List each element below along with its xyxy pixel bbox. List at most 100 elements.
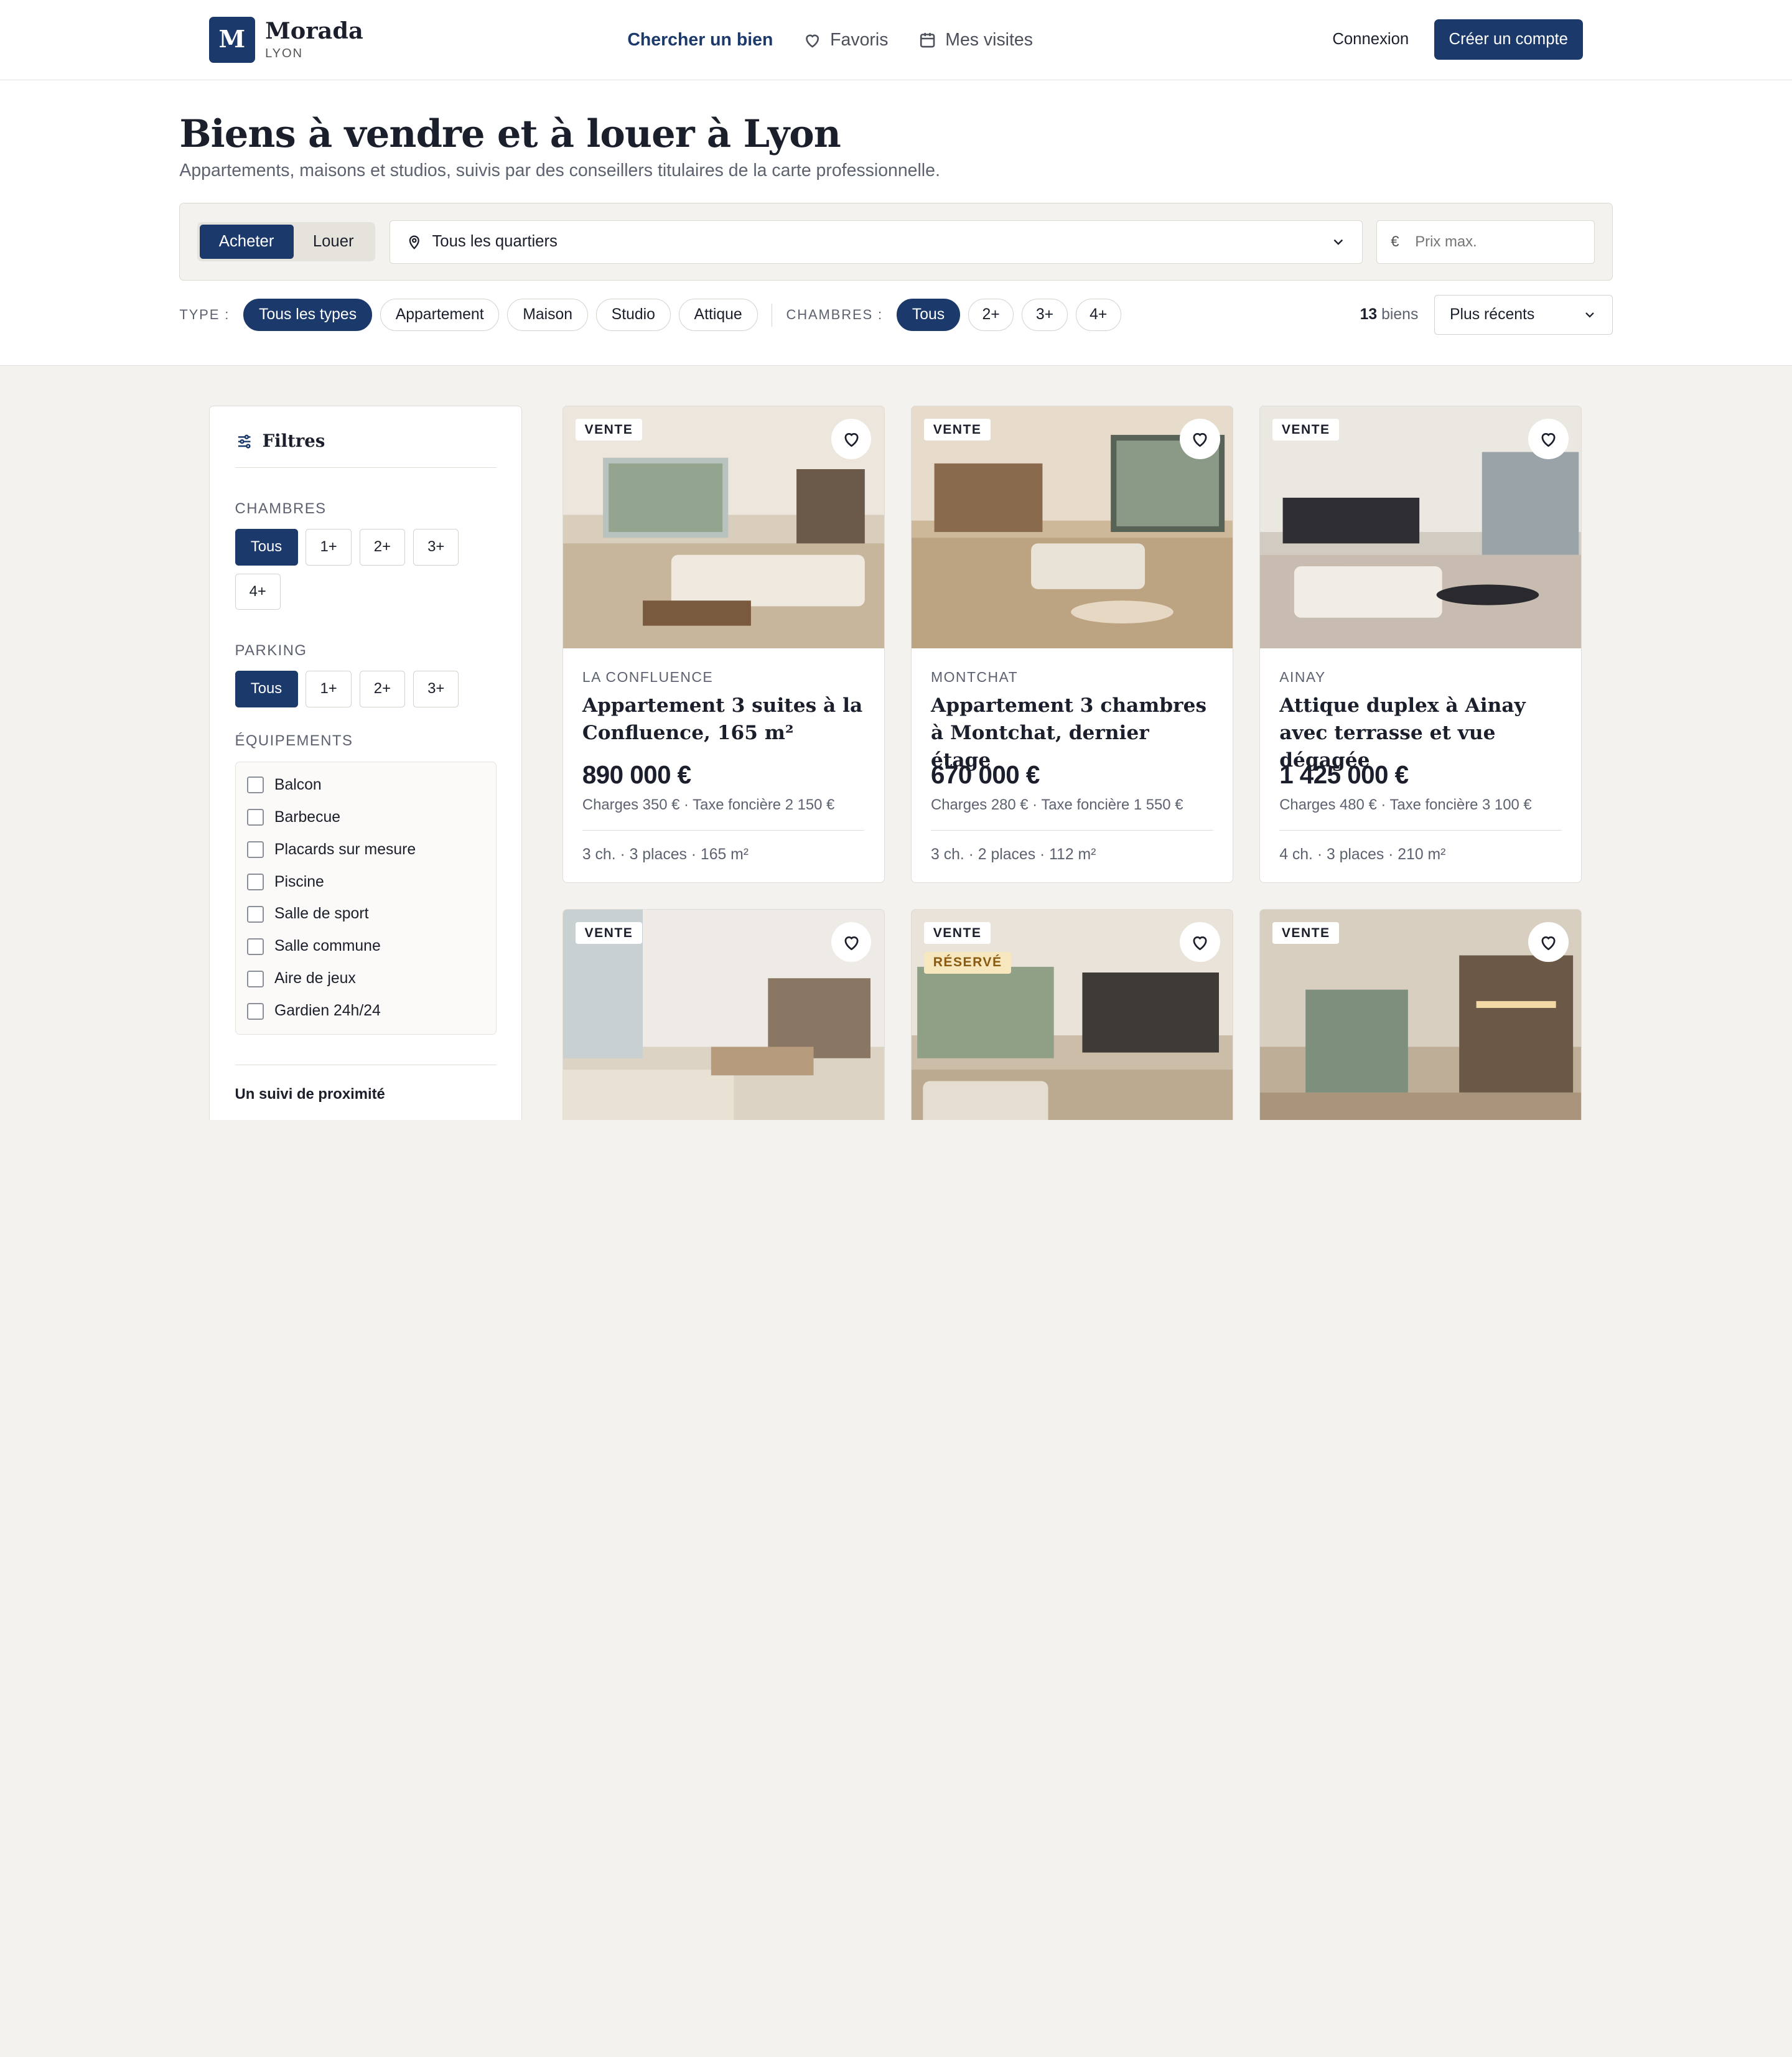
bedrooms-options: Tous 1+ 2+ 3+ 4+ [235,528,487,610]
equipment-concierge[interactable]: Gardien 24h/24 [246,995,485,1027]
nav-favorites[interactable]: Favoris [803,30,888,50]
listing-badge: VENTE [924,922,991,945]
listing-specs: 3 ch. · 2 places · 112 m² [931,846,1096,864]
page: M Morada LYON Chercher un bien Favoris M… [0,0,1792,1120]
main-content: Filtres CHAMBRES Tous 1+ 2+ 3+ 4+ PARKIN… [0,366,1792,1120]
listing-price: 1 425 000 € [1279,760,1409,789]
nav-visits-label: Mes visites [945,29,1033,50]
bedrooms-4[interactable]: 4+ [235,573,281,610]
nav-search[interactable]: Chercher un bien [627,30,773,50]
login-button[interactable]: Connexion [1332,30,1409,49]
chip-rooms-4[interactable]: 4+ [1075,299,1121,331]
checkbox[interactable] [246,905,264,923]
heart-icon [806,34,819,48]
signup-button[interactable]: Créer un compte [1434,19,1583,60]
favorite-button[interactable] [1180,419,1220,459]
listing-charges: Charges 350 € · Taxe foncière 2 150 € [582,796,865,831]
equipment-balcony[interactable]: Balcon [246,769,485,801]
checkbox[interactable] [246,1002,264,1020]
parking-3[interactable]: 3+ [413,671,459,707]
parking-1[interactable]: 1+ [306,671,352,707]
results-count-suffix: biens [1381,306,1419,324]
checkbox[interactable] [246,938,264,956]
listing-photo: VENTE RÉSERVÉ [911,909,1233,1120]
equipment-closets[interactable]: Placards sur mesure [246,834,485,866]
listing-card[interactable]: VENTE LA CONFLUENCE Appartement 3 suites… [562,406,885,883]
equipment-pool[interactable]: Piscine [246,866,485,898]
nav-search-label: Chercher un bien [627,29,773,50]
sliders-icon [238,434,250,449]
listing-card[interactable]: VENTE [1259,908,1582,1120]
listing-card[interactable]: VENTE [562,908,885,1120]
equipment-playground[interactable]: Aire de jeux [246,963,485,995]
mode-rent-button[interactable]: Louer [294,225,373,259]
chip-rooms-all[interactable]: Tous [896,299,961,331]
nav-favorites-label: Favoris [830,29,889,50]
equipment-label: Piscine [274,873,324,890]
favorite-button[interactable] [1528,922,1569,963]
listing-card[interactable]: VENTE AINAY Attique duplex à Ainay avec … [1259,406,1582,883]
calendar-icon [920,32,935,47]
parking-options: Tous 1+ 2+ 3+ [235,671,487,707]
listing-card[interactable]: VENTE MONTCHAT Appartement 3 chambres à … [910,406,1233,883]
listing-location: MONTCHAT [931,669,1019,686]
listing-badge: VENTE [575,419,642,441]
heart-icon [1541,432,1556,447]
equipment-barbecue[interactable]: Barbecue [246,801,485,834]
results-count-number: 13 [1360,306,1378,324]
checkbox[interactable] [246,776,264,794]
brand-logo[interactable]: M Morada LYON [209,17,363,63]
chip-rooms-2[interactable]: 2+ [968,299,1014,331]
heart-icon [1193,936,1207,950]
district-value: Tous les quartiers [432,233,558,251]
listing-price: 890 000 € [582,760,691,789]
district-select[interactable]: Tous les quartiers [389,220,1363,264]
bedrooms-1[interactable]: 1+ [306,528,352,566]
listing-title: Attique duplex à Ainay avec terrasse et … [1279,694,1526,772]
equipment-gym[interactable]: Salle de sport [246,898,485,930]
chip-type-all[interactable]: Tous les types [243,299,372,331]
bedrooms-section-label: CHAMBRES [235,500,327,517]
filters-sidebar: Filtres CHAMBRES Tous 1+ 2+ 3+ 4+ PARKIN… [209,406,523,1120]
bedrooms-3[interactable]: 3+ [413,528,459,566]
favorite-button[interactable] [831,419,872,459]
max-price-input[interactable] [1415,233,1564,251]
sort-select[interactable]: Plus récents [1434,295,1613,335]
listing-title: Appartement 3 suites à la Confluence, 16… [582,694,863,744]
nav-visits[interactable]: Mes visites [918,30,1033,50]
chip-type-apartment[interactable]: Appartement [380,299,500,331]
bedrooms-all[interactable]: Tous [235,528,298,566]
equipment-section-label: ÉQUIPEMENTS [235,732,353,750]
parking-2[interactable]: 2+ [359,671,406,707]
sidebar-footer: Un suivi de proximité [235,1065,497,1103]
chip-type-house[interactable]: Maison [507,299,588,331]
chevron-down-icon [1585,312,1594,318]
filters-header: Filtres [235,431,497,469]
listing-badge: VENTE [1272,419,1340,441]
listing-badge: VENTE [924,419,991,441]
checkbox[interactable] [246,873,264,891]
listing-photo: VENTE [562,406,884,649]
equipment-label: Placards sur mesure [274,841,416,858]
chip-type-penthouse[interactable]: Attique [678,299,758,331]
listing-card[interactable]: VENTE RÉSERVÉ [910,908,1233,1120]
equipment-common-room[interactable]: Salle commune [246,930,485,963]
chip-rooms-3[interactable]: 3+ [1022,299,1068,331]
checkbox[interactable] [246,808,264,826]
listing-charges: Charges 480 € · Taxe foncière 3 100 € [1279,796,1562,831]
chip-type-studio[interactable]: Studio [595,299,671,331]
favorite-button[interactable] [1528,419,1569,459]
bedrooms-2[interactable]: 2+ [359,528,406,566]
checkbox[interactable] [246,970,264,988]
listing-photo: VENTE [1259,909,1581,1120]
heart-icon [1541,936,1556,950]
favorite-button[interactable] [1180,922,1220,963]
brand-name: Morada [265,17,363,44]
mode-buy-button[interactable]: Acheter [199,225,294,259]
parking-all[interactable]: Tous [235,671,298,707]
listing-specs: 3 ch. · 3 places · 165 m² [582,846,749,864]
hero: Biens à vendre et à louer à Lyon Apparte… [0,80,1792,366]
sort-value: Plus récents [1449,306,1535,324]
checkbox[interactable] [246,841,264,859]
heart-icon [1193,432,1207,447]
